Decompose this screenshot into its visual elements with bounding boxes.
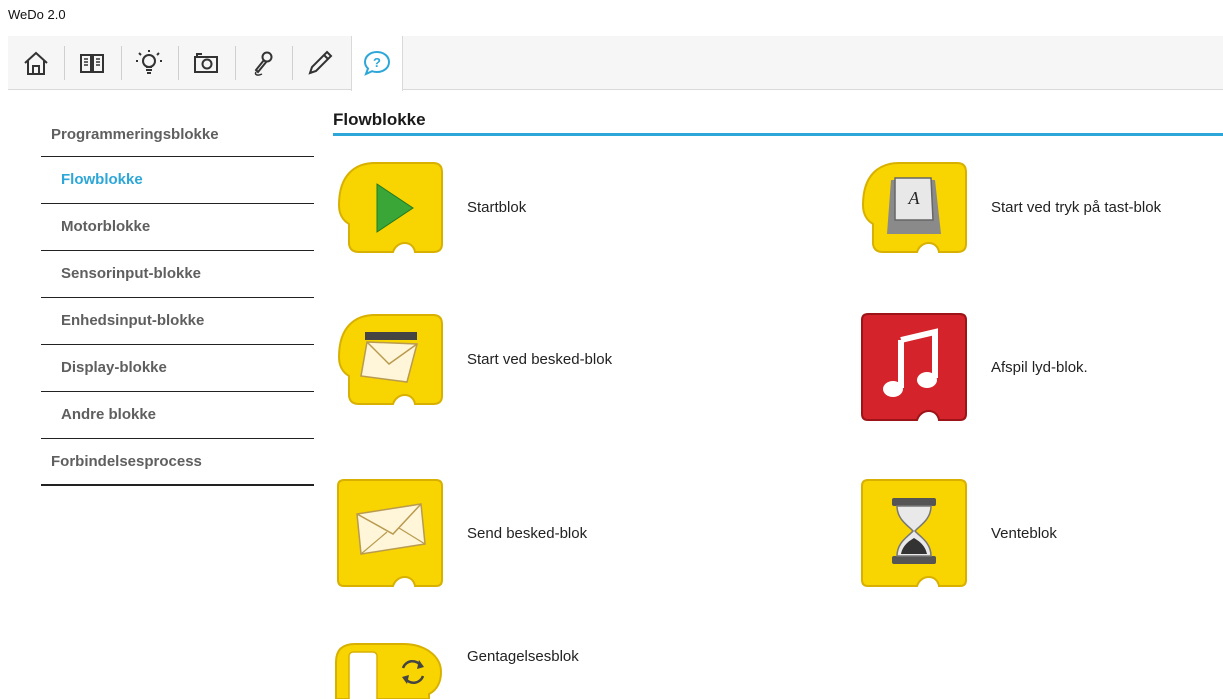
- block-label: Venteblok: [991, 524, 1057, 542]
- block-item-play-sound[interactable]: Afspil lyd-blok.: [859, 312, 1088, 422]
- block-label: Start ved besked-blok: [467, 351, 613, 368]
- toolbar-divider: [121, 46, 122, 80]
- svg-text:A: A: [908, 188, 921, 208]
- idea-button[interactable]: [123, 36, 175, 90]
- block-item-startblok[interactable]: Startblok: [335, 160, 526, 255]
- sidebar-item-display[interactable]: Display-blokke: [41, 345, 314, 392]
- sidebar-heading-programmeringsblokke[interactable]: Programmeringsblokke: [41, 112, 314, 157]
- sidebar: Programmeringsblokke Flowblokke Motorblo…: [41, 112, 314, 486]
- sidebar-item-motorblokke[interactable]: Motorblokke: [41, 204, 314, 251]
- block-item-wait[interactable]: Venteblok: [859, 478, 1057, 588]
- book-button[interactable]: [66, 36, 118, 90]
- sidebar-item-flowblokke[interactable]: Flowblokke: [41, 157, 314, 204]
- home-icon: [24, 51, 48, 75]
- page-title: Flowblokke: [333, 100, 1223, 136]
- app-title: WeDo 2.0: [8, 7, 66, 22]
- block-label: Gentagelsesblok: [467, 648, 579, 665]
- help-button[interactable]: ?: [351, 36, 403, 91]
- block-label: Afspil lyd-blok.: [991, 358, 1088, 376]
- pencil-button[interactable]: [294, 36, 346, 90]
- pencil-icon: [308, 50, 333, 75]
- block-item-send-message[interactable]: Send besked-blok: [335, 478, 587, 588]
- lightbulb-icon: [136, 50, 162, 74]
- block-item-repeat[interactable]: Gentagelsesblok: [333, 642, 579, 699]
- sidebar-item-andre[interactable]: Andre blokke: [41, 392, 314, 439]
- camera-icon: [194, 53, 218, 73]
- home-button[interactable]: [10, 36, 62, 90]
- toolbar-divider: [235, 46, 236, 80]
- svg-text:?: ?: [373, 55, 381, 70]
- block-item-start-message[interactable]: Start ved besked-blok: [335, 312, 612, 407]
- wait-block-tile: [861, 479, 967, 587]
- sound-block-tile: [861, 313, 967, 421]
- main-content: Flowblokke: [333, 100, 1223, 136]
- block-label: Send besked-blok: [467, 524, 588, 542]
- block-label: Startblok: [467, 199, 527, 216]
- block-label: Start ved tryk på tast-blok: [991, 199, 1162, 216]
- camera-button[interactable]: [180, 36, 232, 90]
- keyboard-key-icon: A: [887, 177, 941, 234]
- sidebar-item-forbindelsesprocess[interactable]: Forbindelsesprocess: [41, 439, 314, 486]
- sidebar-item-sensorinput[interactable]: Sensorinput-blokke: [41, 251, 314, 298]
- message-start-block-tile: [337, 314, 443, 405]
- key-start-block-tile: A: [861, 162, 967, 253]
- send-message-block-tile: [337, 479, 443, 587]
- help-bubble-icon: ?: [363, 50, 391, 76]
- start-block-tile: [337, 162, 443, 253]
- repeat-block-tile: [335, 643, 443, 699]
- microphone-icon: [254, 51, 273, 76]
- title-bar: WeDo 2.0: [0, 0, 1223, 34]
- book-icon: [80, 54, 104, 73]
- microphone-button[interactable]: [237, 36, 289, 90]
- toolbar-divider: [178, 46, 179, 80]
- open-envelope-icon: [360, 332, 418, 383]
- sidebar-item-enhedsinput[interactable]: Enhedsinput-blokke: [41, 298, 314, 345]
- toolbar-divider: [292, 46, 293, 80]
- toolbar-divider: [64, 46, 65, 80]
- toolbar: ?: [8, 36, 1223, 91]
- block-item-start-key[interactable]: A Start ved tryk på tast-blok: [859, 160, 1161, 255]
